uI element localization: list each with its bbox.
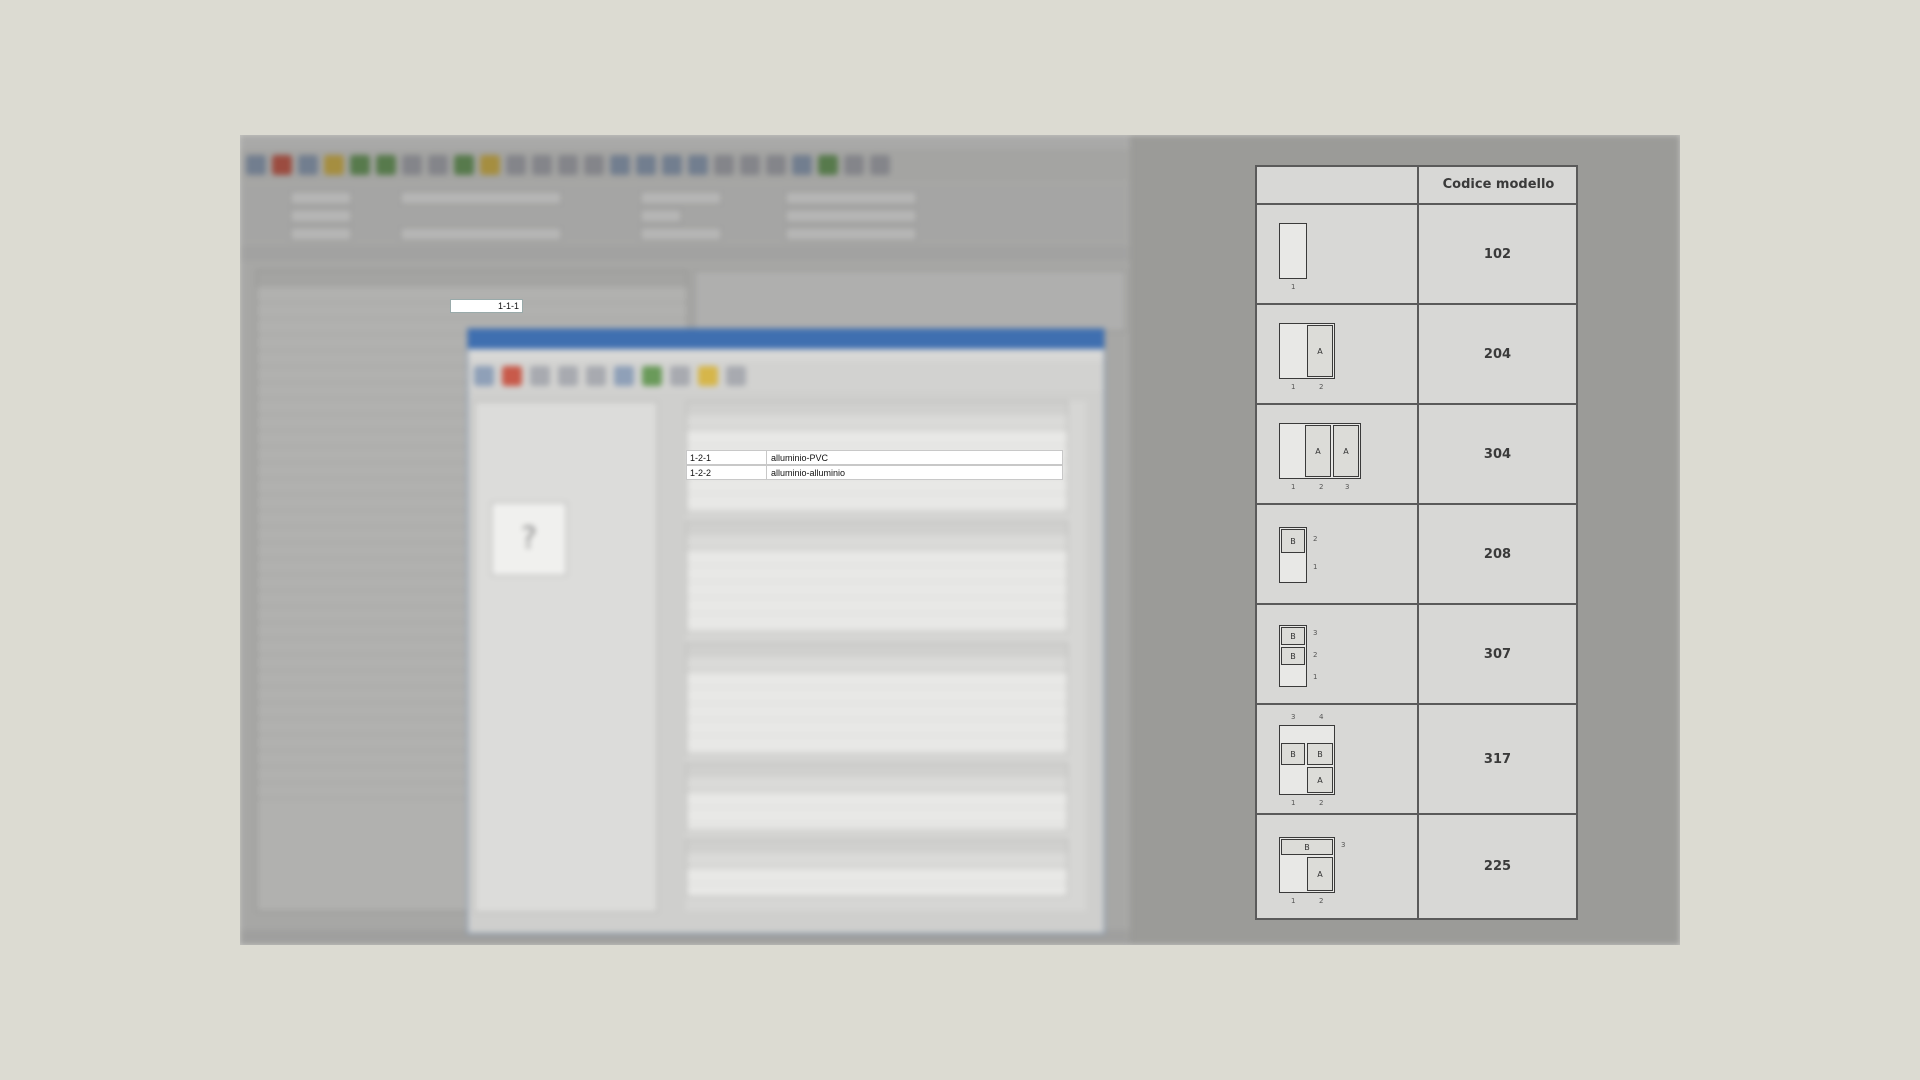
table-header-empty [1257,167,1417,205]
table-row: B B 3 2 1 307 [1257,605,1576,705]
window-diagram: B B A 3 4 1 2 [1257,705,1417,813]
table-row: 1 102 [1257,205,1576,305]
results-section [686,763,1068,831]
window-diagram: B A 3 1 2 [1257,815,1417,918]
window-diagram: A 1 2 [1257,305,1417,403]
model-code: 208 [1417,505,1576,603]
table-row: B B A 3 4 1 2 317 [1257,705,1576,815]
dialog-tool-button[interactable] [530,366,550,386]
dialog-menu-bar [468,349,1104,361]
table-row: A A 1 2 3 304 [1257,405,1576,505]
dialog-filter-panel: ? [474,401,658,913]
dialog-tool-button[interactable] [698,366,718,386]
result-code: 1-2-2 [687,466,767,479]
window-diagram: A A 1 2 3 [1257,405,1417,503]
model-code-table: Codice modello 1 102 A 1 2 204 A A 1 2 3… [1255,165,1578,920]
value-cell[interactable]: 1-1-1 [450,299,523,313]
dialog-tool-button[interactable] [726,366,746,386]
model-code: 317 [1417,705,1576,813]
table-row: A 1 2 204 [1257,305,1576,405]
dialog-tool-button[interactable] [614,366,634,386]
dialog-toolbar [468,361,1104,391]
result-description: alluminio-PVC [771,452,829,463]
table-row: B A 3 1 2 225 [1257,815,1576,918]
dialog-tool-button[interactable] [642,366,662,386]
model-code: 102 [1417,205,1576,303]
window-diagram: B B 3 2 1 [1257,605,1417,703]
model-code: 307 [1417,605,1576,703]
model-code: 225 [1417,815,1576,918]
model-code: 204 [1417,305,1576,403]
lookup-dialog: ? [467,328,1105,934]
dialog-tool-button[interactable] [586,366,606,386]
dialog-tool-button[interactable] [670,366,690,386]
window-diagram: B 2 1 [1257,505,1417,603]
window-diagram: 1 [1257,205,1417,303]
dialog-title-bar [468,329,1104,349]
result-description: alluminio-alluminio [771,467,846,478]
dialog-tool-button[interactable] [558,366,578,386]
result-row-highlighted[interactable]: 1-2-2 alluminio-alluminio [686,465,1063,480]
result-code: 1-2-1 [687,451,767,464]
results-section [686,839,1068,897]
table-header: Codice modello [1417,167,1578,205]
dialog-tool-button[interactable] [474,366,494,386]
results-section [686,643,1068,755]
result-row-highlighted[interactable]: 1-2-1 alluminio-PVC [686,450,1063,465]
preview-placeholder: ? [491,502,567,576]
dialog-tool-button[interactable] [502,366,522,386]
table-row: B 2 1 208 [1257,505,1576,605]
model-code: 304 [1417,405,1576,503]
results-section [686,521,1068,633]
